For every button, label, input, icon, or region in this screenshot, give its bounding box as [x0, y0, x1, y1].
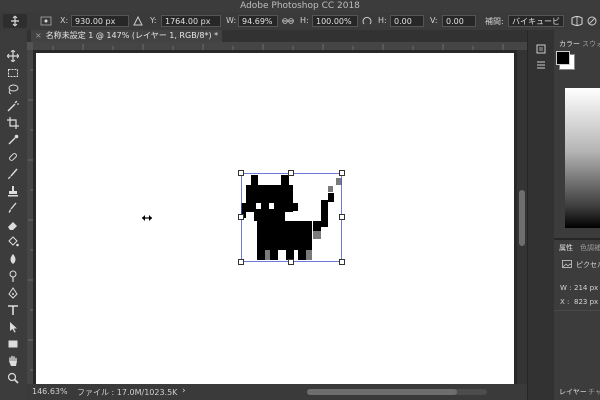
transform-handle-top-left[interactable]	[238, 170, 244, 176]
right-panels: カラー スウォッチ 属性 色調補正 ピクセル W : 214 px X : 82…	[554, 30, 600, 400]
pixel-layer-label: ピクセル	[576, 261, 600, 269]
width-percent-field[interactable]: 94.69%	[238, 15, 278, 27]
interpolation-label: 補間:	[485, 17, 504, 26]
close-tab-icon[interactable]: ×	[35, 31, 42, 40]
eraser-tool-icon[interactable]	[4, 219, 21, 231]
h-skew-label: H:	[378, 16, 387, 25]
delta-icon[interactable]	[133, 16, 143, 26]
properties-panel-icon[interactable]	[536, 60, 546, 70]
history-brush-tool-icon[interactable]	[4, 202, 21, 214]
swatches-panel-tab[interactable]: スウォッチ	[580, 38, 600, 50]
interpolation-select[interactable]: バイキュービ	[508, 15, 564, 27]
y-position-field[interactable]: 1764.00 px	[161, 15, 221, 27]
magic-wand-tool-icon[interactable]	[4, 100, 21, 112]
panel-icon-strip	[527, 30, 554, 400]
transform-handle-top-right[interactable]	[339, 170, 345, 176]
pixel-cat-image	[241, 173, 342, 262]
status-bar: 146.63% ファイル : 17.0M/1023.5K ›	[27, 384, 527, 400]
properties-divider	[554, 310, 600, 311]
reference-point-icon[interactable]	[40, 16, 52, 26]
pen-tool-icon[interactable]	[4, 287, 21, 299]
brush-tool-icon[interactable]	[4, 168, 21, 180]
clone-stamp-tool-icon[interactable]	[4, 185, 21, 197]
y-label: Y:	[150, 16, 157, 25]
transform-handle-bottom-right[interactable]	[339, 259, 345, 265]
transform-handle-right[interactable]	[339, 214, 345, 220]
adjustments-panel-tab[interactable]: 色調補正	[578, 242, 600, 254]
eyedropper-tool-icon[interactable]	[4, 134, 21, 146]
resize-cursor-icon	[142, 215, 152, 221]
v-skew-label: V:	[430, 16, 438, 25]
options-bar: X: 930.00 px Y: 1764.00 px W: 94.69% H: …	[0, 12, 600, 30]
lasso-tool-icon[interactable]	[4, 83, 21, 95]
zoom-level[interactable]: 146.63%	[32, 387, 68, 396]
warp-icon[interactable]	[570, 15, 584, 27]
file-size-info: ファイル : 17.0M/1023.5K	[77, 388, 178, 397]
x-label: X:	[60, 16, 69, 25]
transform-handle-left[interactable]	[238, 214, 244, 220]
transform-handle-top[interactable]	[288, 170, 294, 176]
layers-panel-tab[interactable]: レイヤー	[557, 386, 587, 398]
paint-bucket-tool-icon[interactable]	[4, 236, 21, 248]
tool-preset-picker[interactable]	[3, 14, 27, 28]
height-percent-field[interactable]: 100.00%	[312, 15, 358, 27]
history-panel-icon[interactable]	[536, 44, 546, 54]
zoom-tool-icon[interactable]	[4, 372, 21, 384]
panel-w-value[interactable]: 214 px	[574, 284, 598, 292]
document-tab[interactable]: × 名称未設定 1 @ 147% (レイヤー 1, RGB/8*) *	[31, 30, 223, 42]
panel-w-label: W :	[560, 284, 572, 292]
type-tool-icon[interactable]	[4, 304, 21, 316]
panel-divider	[554, 238, 600, 240]
pixel-layer-icon	[562, 260, 572, 268]
panel-x-value[interactable]: 823 px	[574, 298, 598, 306]
dodge-tool-icon[interactable]	[4, 270, 21, 282]
document-tab-bar: × 名称未設定 1 @ 147% (レイヤー 1, RGB/8*) *	[27, 30, 527, 42]
app-title: Adobe Photoshop CC 2018	[240, 1, 360, 11]
transform-handle-bottom-left[interactable]	[238, 259, 244, 265]
marquee-tool-icon[interactable]	[4, 67, 21, 79]
app-title-bar: Adobe Photoshop CC 2018	[0, 0, 600, 12]
path-select-tool-icon[interactable]	[4, 321, 21, 333]
link-icon[interactable]	[282, 17, 294, 25]
rectangle-tool-icon[interactable]	[4, 338, 21, 350]
properties-panel-tab[interactable]: 属性	[557, 242, 579, 254]
foreground-color-swatch[interactable]	[556, 51, 570, 65]
panel-x-label: X :	[560, 298, 570, 306]
vertical-scrollbar[interactable]	[517, 50, 527, 384]
color-panel-tab[interactable]: カラー	[557, 38, 581, 50]
cancel-transform-icon[interactable]	[587, 16, 597, 26]
status-menu-arrow[interactable]: ›	[182, 386, 186, 396]
blur-tool-icon[interactable]	[4, 253, 21, 265]
move-icon	[11, 15, 19, 27]
x-position-field[interactable]: 930.00 px	[71, 15, 129, 27]
channels-panel-tab[interactable]: チャ	[586, 386, 600, 398]
vertical-scroll-thumb[interactable]	[519, 190, 525, 246]
transform-selection[interactable]	[238, 170, 345, 265]
healing-brush-tool-icon[interactable]	[4, 151, 21, 163]
crop-tool-icon[interactable]	[4, 117, 21, 129]
horizontal-scroll-thumb[interactable]	[307, 389, 457, 395]
horizontal-scrollbar[interactable]	[307, 389, 487, 395]
move-tool-icon[interactable]	[4, 50, 21, 62]
tools-panel	[0, 30, 27, 400]
v-skew-field[interactable]: 0.00	[442, 15, 476, 27]
document-tab-title: 名称未設定 1 @ 147% (レイヤー 1, RGB/8*) *	[45, 31, 219, 40]
rotate-icon[interactable]	[362, 16, 372, 26]
color-picker-field[interactable]	[565, 88, 600, 228]
w-label: W:	[226, 16, 237, 25]
h-label: H:	[300, 16, 309, 25]
transform-handle-bottom[interactable]	[288, 259, 294, 265]
h-skew-field[interactable]: 0.00	[390, 15, 424, 27]
hand-tool-icon[interactable]	[4, 355, 21, 367]
